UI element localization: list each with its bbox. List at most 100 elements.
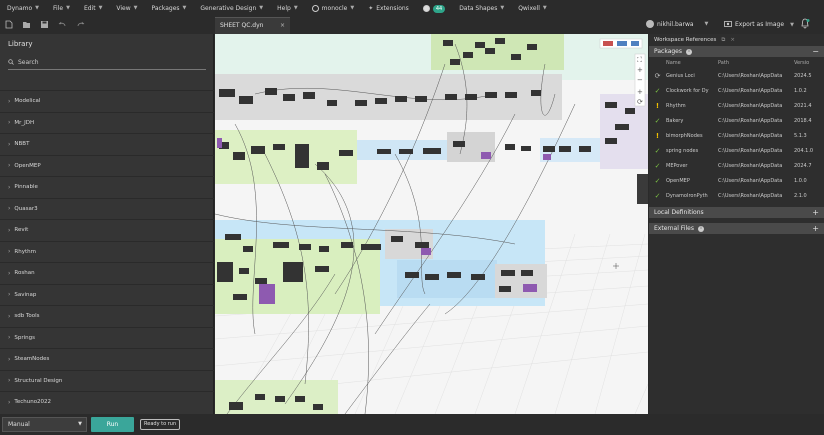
info-icon[interactable]: i: [686, 48, 692, 55]
graph-view[interactable]: ⛶ + − + ⟳: [215, 34, 648, 414]
package-name: Rhythm: [666, 102, 686, 109]
expand-icon[interactable]: +: [812, 207, 819, 218]
menu-item-help[interactable]: Help ▼: [270, 0, 305, 17]
library-item-label: NBBT: [14, 141, 30, 148]
library-item-steamnodes[interactable]: › SteamNodes: [0, 348, 214, 370]
library-item-pinnable[interactable]: › Pinnable: [0, 176, 214, 198]
library-item-structural-design[interactable]: › Structural Design: [0, 369, 214, 392]
library-item-revit[interactable]: › Revit: [0, 219, 214, 241]
package-row[interactable]: ✓ DynamoIronPyth C:\Users\Roshan\AppData 2.…: [649, 188, 824, 203]
chevron-right-icon: ›: [8, 205, 11, 213]
workspace-references-header: Workspace References ⧉ ×: [649, 34, 824, 46]
library-item-sdb-tools[interactable]: › sdb Tools: [0, 305, 214, 327]
menu-item-extensions[interactable]: ✦ Extensions: [361, 0, 416, 17]
menu-bar: Dynamo ▼ File ▼ Edit ▼ View ▼ Packages ▼ Generativ…: [0, 0, 824, 17]
close-icon[interactable]: ×: [730, 37, 735, 46]
library-item-rhythm[interactable]: › Rhythm: [0, 240, 214, 263]
library-item-quasar3[interactable]: › Quasar3: [0, 197, 214, 220]
user-name: nikhil.barwa: [657, 20, 694, 28]
package-path: C:\Users\Roshan\AppData: [718, 117, 783, 124]
package-version: 204.1.0: [794, 147, 814, 154]
package-row[interactable]: ✓ Clockwork for Dy C:\Users\Roshan\AppData…: [649, 83, 824, 98]
menu-item-view[interactable]: View ▼: [109, 0, 144, 17]
svg-text:+: +: [637, 66, 643, 74]
run-bar: Manual ▼ Run Ready to run: [0, 414, 824, 435]
menu-item-dynamo[interactable]: Dynamo ▼: [0, 0, 46, 17]
package-row[interactable]: ! Rhythm C:\Users\Roshan\AppData 2021.4: [649, 98, 824, 113]
column-path: Path: [718, 59, 729, 66]
avatar: [646, 20, 654, 28]
library-item-nbbt[interactable]: › NBBT: [0, 133, 214, 155]
package-path: C:\Users\Roshan\AppData: [718, 147, 783, 154]
user-menu[interactable]: nikhil.barwa ▼: [646, 20, 708, 28]
menu-item-notifications[interactable]: 44: [416, 0, 452, 17]
column-version: Versio: [794, 59, 810, 66]
menu-item-edit[interactable]: Edit ▼: [77, 0, 109, 17]
menu-item-packages[interactable]: Packages ▼: [145, 0, 194, 17]
menu-item-generative-design[interactable]: Generative Design ▼: [193, 0, 270, 17]
library-title: Library: [8, 40, 33, 48]
library-item-savinap[interactable]: › Savinap: [0, 283, 214, 306]
package-name: DynamoIronPyth: [666, 192, 708, 199]
library-item-label: SteamNodes: [14, 356, 50, 363]
popout-icon[interactable]: ⧉: [721, 37, 725, 46]
run-mode-select[interactable]: Manual ▼: [2, 417, 87, 432]
library-item-modelical[interactable]: › Modelical: [0, 90, 214, 112]
menu-item-qwixell[interactable]: Qwixell ▼: [511, 0, 554, 17]
chevron-right-icon: ›: [8, 226, 11, 234]
package-row[interactable]: ✓ OpenMEP C:\Users\Roshan\AppData 1.0.0: [649, 173, 824, 188]
package-name: OpenMEP: [666, 177, 690, 184]
export-image-button[interactable]: Export as Image ▼: [724, 20, 794, 29]
package-row[interactable]: ✓ MEPover C:\Users\Roshan\AppData 2024.7: [649, 158, 824, 173]
library-item-springs[interactable]: › Springs: [0, 326, 214, 349]
package-path: C:\Users\Roshan\AppData: [718, 192, 783, 199]
tab-sheet-qc[interactable]: SHEET QC.dyn ×: [215, 17, 290, 34]
library-item-techuno2022[interactable]: › Techuno2022: [0, 391, 214, 413]
package-version: 2018.4: [794, 117, 812, 124]
run-button[interactable]: Run: [91, 417, 134, 432]
canvas-view-buttons: [599, 38, 643, 49]
undo-icon[interactable]: [58, 20, 67, 29]
packages-list: ⟳ Genius Loci C:\Users\Roshan\AppData 2024.…: [649, 68, 824, 203]
sync-icon: ⟳: [654, 71, 661, 80]
library-item-mr-jdh[interactable]: › Mr_JDH: [0, 111, 214, 134]
external-files-label: External Files: [654, 225, 694, 232]
local-definitions-section[interactable]: Local Definitions +: [649, 207, 824, 218]
redo-icon[interactable]: [76, 20, 85, 29]
chevron-down-icon: ▼: [133, 5, 138, 11]
packages-column-headers: Name Path Versio: [649, 57, 824, 68]
collapse-icon[interactable]: −: [812, 46, 819, 57]
external-files-section[interactable]: External Files i +: [649, 223, 824, 234]
chevron-down-icon: ▼: [704, 21, 709, 27]
menu-item-file[interactable]: File ▼: [46, 0, 77, 17]
tab-title: SHEET QC.dyn: [220, 22, 264, 29]
package-version: 2024.7: [794, 162, 812, 169]
package-row[interactable]: ✓ Bakery C:\Users\Roshan\AppData 2018.4: [649, 113, 824, 128]
menu-item-monocle[interactable]: monocle ▼: [305, 0, 362, 17]
menu-item-data-shapes[interactable]: Data Shapes ▼: [452, 0, 511, 17]
workspace-references-panel: Workspace References ⧉ × Packages i − Na…: [649, 34, 824, 414]
menu-label: Generative Design: [200, 5, 257, 12]
chevron-down-icon: ▼: [259, 5, 264, 11]
chevron-right-icon: ›: [8, 334, 11, 342]
packages-section-header[interactable]: Packages i −: [649, 46, 824, 57]
open-folder-icon[interactable]: [22, 20, 31, 29]
package-row[interactable]: ✓ spring nodes C:\Users\Roshan\AppData 204.…: [649, 143, 824, 158]
library-item-openmep[interactable]: › OpenMEP: [0, 154, 214, 177]
expand-icon[interactable]: +: [812, 223, 819, 234]
package-row[interactable]: ⟳ Genius Loci C:\Users\Roshan\AppData 2024.…: [649, 68, 824, 83]
bell-icon[interactable]: [800, 18, 810, 30]
graph-canvas[interactable]: ⛶ + − + ⟳: [215, 34, 648, 414]
save-icon[interactable]: [40, 20, 49, 29]
package-row[interactable]: ! bimorphNodes C:\Users\Roshan\AppData 5.1.…: [649, 128, 824, 143]
new-file-icon[interactable]: [4, 20, 13, 29]
check-icon: ✓: [654, 86, 661, 95]
library-item-label: sdb Tools: [14, 313, 40, 320]
close-icon[interactable]: ×: [280, 18, 285, 33]
column-name: Name: [666, 59, 681, 66]
library-search-input[interactable]: Search: [8, 56, 206, 70]
library-item-roshan[interactable]: › Roshan: [0, 262, 214, 284]
package-path: C:\Users\Roshan\AppData: [718, 162, 783, 169]
info-icon[interactable]: i: [697, 225, 704, 232]
export-label: Export as Image: [735, 21, 785, 28]
